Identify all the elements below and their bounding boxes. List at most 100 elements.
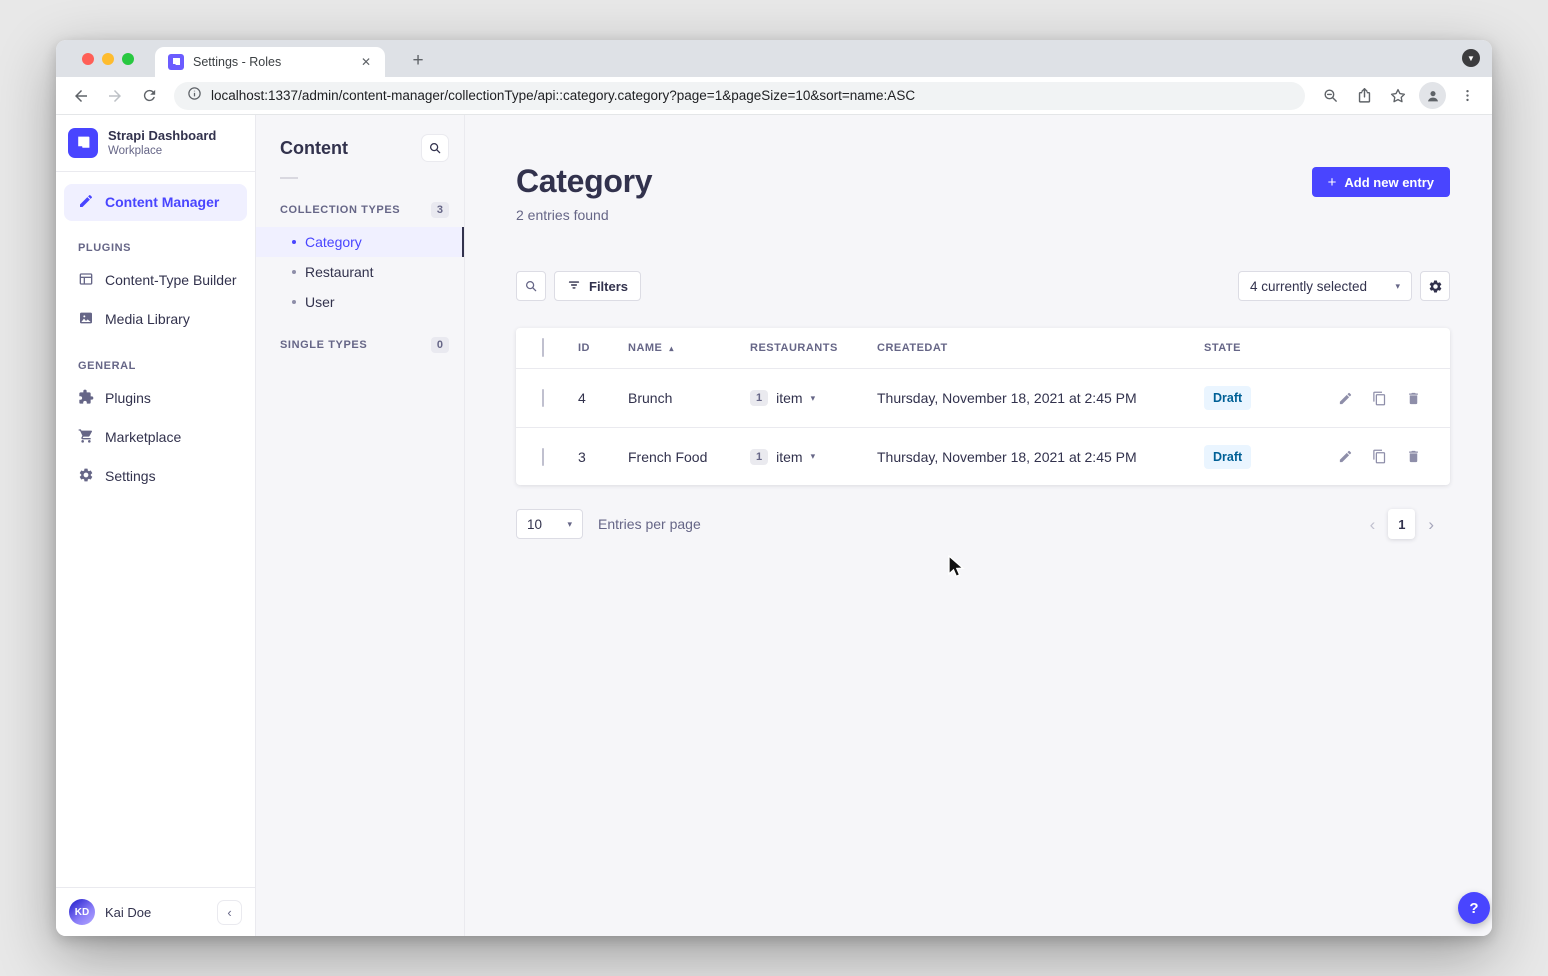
minimize-window-button[interactable] [102, 53, 114, 65]
cell-restaurants[interactable]: 1 item ▾ [750, 390, 877, 406]
column-header-id[interactable]: ID [578, 342, 628, 354]
column-header-name[interactable]: NAME ▴ [628, 342, 750, 354]
zoom-icon[interactable] [1315, 81, 1345, 111]
window-controls [82, 53, 134, 65]
subnav-item-category[interactable]: Category [256, 227, 464, 257]
cell-name: Brunch [628, 390, 750, 406]
collapse-sidebar-button[interactable]: ‹ [217, 900, 242, 925]
sidebar-item-plugins[interactable]: Plugins [56, 379, 255, 418]
cell-id: 4 [578, 390, 628, 406]
collection-types-label: COLLECTION TYPES [280, 204, 400, 216]
divider [56, 171, 255, 172]
row-checkbox[interactable] [542, 389, 544, 407]
browser-profile-avatar[interactable] [1419, 82, 1446, 109]
collection-types-header: COLLECTION TYPES 3 [256, 193, 464, 227]
bullet-icon [292, 240, 296, 244]
sidebar-item-content-manager[interactable]: Content Manager [64, 184, 247, 221]
edit-row-button[interactable] [1336, 448, 1354, 466]
select-all-checkbox[interactable] [542, 338, 544, 357]
duplicate-row-button[interactable] [1370, 448, 1388, 466]
recording-indicator-icon[interactable]: ▼ [1462, 49, 1480, 67]
browser-menu-icon[interactable] [1452, 81, 1482, 111]
brand[interactable]: Strapi Dashboard Workplace [56, 115, 255, 171]
page-number-button[interactable]: 1 [1388, 509, 1415, 539]
columns-dropdown-value: 4 currently selected [1250, 279, 1367, 294]
table-search-button[interactable] [516, 271, 546, 301]
back-button[interactable] [66, 81, 96, 111]
share-icon[interactable] [1349, 81, 1379, 111]
sidebar-item-label: Content Manager [105, 194, 219, 210]
table-row[interactable]: 3 French Food 1 item ▾ Thursday, Novembe… [516, 427, 1450, 485]
search-button[interactable] [421, 134, 449, 162]
address-bar[interactable]: localhost:1337/admin/content-manager/col… [174, 82, 1305, 110]
sidebar-item-label: Plugins [105, 390, 151, 406]
sidebar-item-label: Marketplace [105, 429, 181, 445]
pagination: 10 ▾ Entries per page ‹ 1 › [516, 509, 1450, 539]
column-header-createdat[interactable]: CREATEDAT [877, 342, 1204, 354]
subnav-item-user[interactable]: User [256, 287, 464, 317]
strapi-app: Strapi Dashboard Workplace Content Manag… [56, 115, 1492, 936]
filters-label: Filters [589, 279, 628, 294]
maximize-window-button[interactable] [122, 53, 134, 65]
sidebar-item-label: Media Library [105, 311, 190, 327]
sidebar-item-marketplace[interactable]: Marketplace [56, 418, 255, 457]
main-content: Category 2 entries found + Add new entry [465, 115, 1492, 936]
page-size-value: 10 [527, 517, 542, 532]
duplicate-row-button[interactable] [1370, 389, 1388, 407]
workspace-name: Workplace [108, 144, 216, 158]
table-header-row: ID NAME ▴ RESTAURANTS CREATEDAT STATE [516, 328, 1450, 369]
sidebar-item-content-type-builder[interactable]: Content-Type Builder [56, 261, 255, 300]
strapi-favicon-icon [168, 54, 184, 70]
cell-createdat: Thursday, November 18, 2021 at 2:45 PM [877, 390, 1204, 406]
column-header-state[interactable]: STATE [1204, 342, 1328, 354]
column-header-restaurants[interactable]: RESTAURANTS [750, 342, 877, 354]
add-new-entry-label: Add new entry [1344, 175, 1434, 190]
sidebar-item-media-library[interactable]: Media Library [56, 300, 255, 339]
delete-row-button[interactable] [1404, 448, 1422, 466]
single-types-count-badge: 0 [431, 337, 449, 353]
content-subnav: Content COLLECTION TYPES 3 Category Rest… [256, 115, 465, 936]
url-text: localhost:1337/admin/content-manager/col… [211, 88, 915, 103]
filters-button[interactable]: Filters [554, 271, 641, 301]
draft-status-badge: Draft [1204, 445, 1251, 469]
plus-icon: + [1328, 175, 1337, 190]
puzzle-icon [78, 389, 94, 408]
new-tab-button[interactable]: + [404, 47, 432, 75]
tab-close-icon[interactable]: ✕ [357, 53, 375, 71]
columns-visibility-dropdown[interactable]: 4 currently selected ▾ [1238, 271, 1412, 301]
cell-restaurants[interactable]: 1 item ▾ [750, 449, 877, 465]
entries-per-page-label: Entries per page [598, 516, 701, 532]
filter-icon [567, 278, 581, 295]
chevron-down-icon: ▾ [811, 451, 816, 462]
browser-tab[interactable]: Settings - Roles ✕ [155, 47, 385, 77]
sidebar-item-settings[interactable]: Settings [56, 457, 255, 496]
browser-tab-strip: Settings - Roles ✕ + ▼ [56, 40, 1492, 77]
subnav-item-restaurant[interactable]: Restaurant [256, 257, 464, 287]
cell-state: Draft [1204, 386, 1328, 410]
reload-button[interactable] [134, 81, 164, 111]
previous-page-button[interactable]: ‹ [1370, 516, 1376, 533]
edit-row-button[interactable] [1336, 389, 1354, 407]
forward-button[interactable] [100, 81, 130, 111]
divider [280, 177, 298, 179]
browser-toolbar: localhost:1337/admin/content-manager/col… [56, 77, 1492, 115]
cell-id: 3 [578, 449, 628, 465]
chevron-down-icon: ▾ [1395, 281, 1400, 292]
collection-types-count-badge: 3 [431, 202, 449, 218]
bookmark-star-icon[interactable] [1383, 81, 1413, 111]
subnav-item-label: User [305, 294, 335, 310]
delete-row-button[interactable] [1404, 389, 1422, 407]
table-row[interactable]: 4 Brunch 1 item ▾ Thursday, November 18,… [516, 369, 1450, 427]
relation-count-badge: 1 [750, 449, 768, 465]
chevron-down-icon: ▾ [567, 519, 572, 530]
help-button[interactable]: ? [1458, 892, 1490, 924]
sidebar-footer: KD Kai Doe ‹ [56, 887, 255, 936]
row-checkbox[interactable] [542, 448, 544, 466]
close-window-button[interactable] [82, 53, 94, 65]
add-new-entry-button[interactable]: + Add new entry [1312, 167, 1450, 197]
next-page-button[interactable]: › [1428, 516, 1434, 533]
site-info-icon[interactable] [187, 86, 202, 106]
table-settings-button[interactable] [1420, 271, 1450, 301]
main-sidebar: Strapi Dashboard Workplace Content Manag… [56, 115, 256, 936]
page-size-select[interactable]: 10 ▾ [516, 509, 583, 539]
